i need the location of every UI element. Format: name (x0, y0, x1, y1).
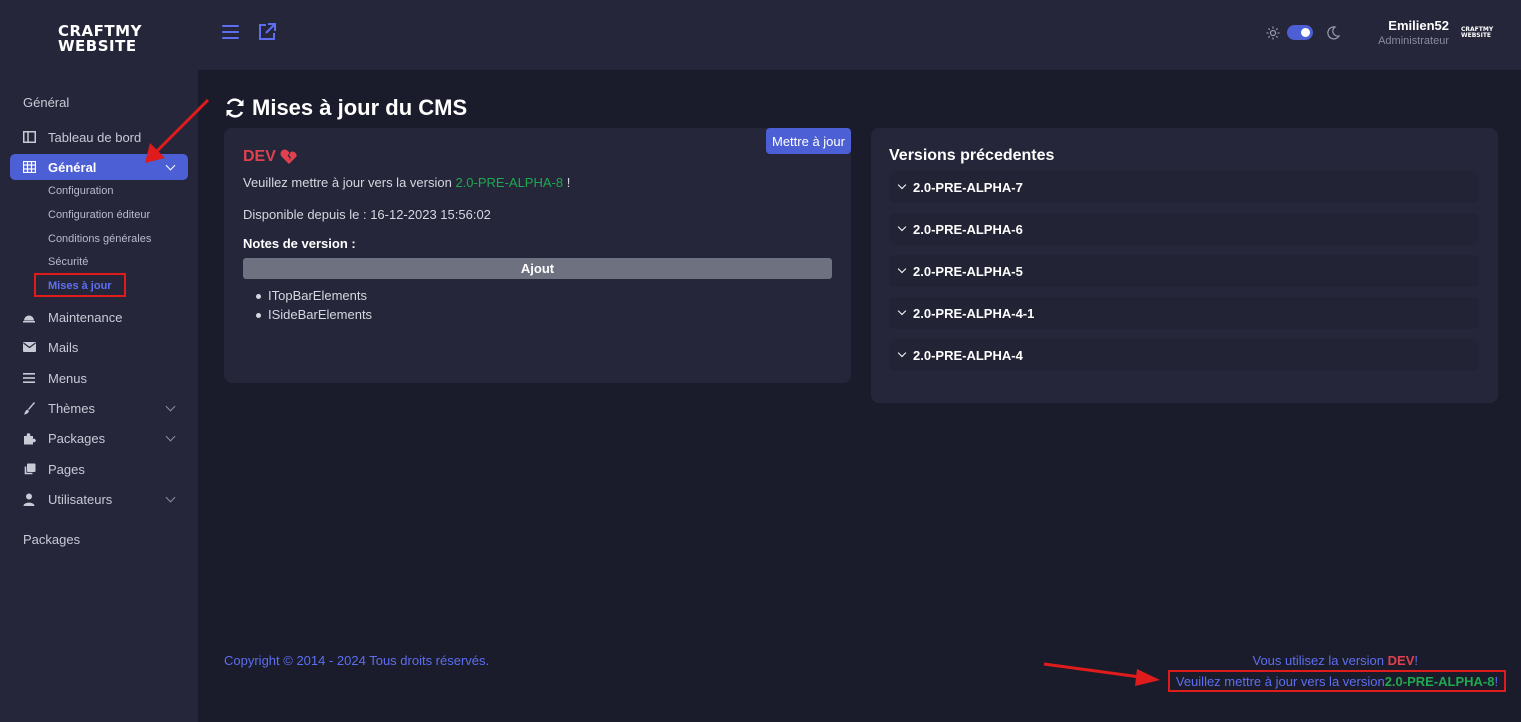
release-notes-list: ITopBarElements ISideBarElements (254, 288, 372, 326)
version-label: 2.0-PRE-ALPHA-4-1 (913, 305, 1035, 321)
logo[interactable]: CRAFTMY WEBSITE (58, 24, 141, 55)
version-accordion-item[interactable]: 2.0-PRE-ALPHA-4-1 (889, 297, 1479, 329)
avatar-line-2: WEBSITE (1461, 32, 1492, 39)
sidebar-item-users[interactable]: Utilisateurs (10, 486, 188, 512)
helmet-icon (22, 310, 36, 324)
sidebar-item-label: Mails (48, 339, 79, 355)
avatar[interactable]: CRAFTMY WEBSITE (1461, 27, 1493, 39)
version-accordion-item[interactable]: 2.0-PRE-ALPHA-6 (889, 213, 1479, 245)
sidebar-section-general: Général (23, 95, 70, 110)
update-target-version: 2.0-PRE-ALPHA-8 (455, 175, 564, 190)
current-version: DEV (243, 148, 298, 166)
sidebar: CRAFTMY WEBSITE Général Tableau de bord … (0, 0, 198, 722)
page-title: Mises à jour du CMS (224, 95, 467, 121)
sidebar-item-label: Général (48, 159, 97, 175)
submenu-item-security[interactable]: Sécurité (48, 256, 88, 268)
menu-toggle-icon[interactable] (222, 25, 239, 39)
sidebar-item-dashboard[interactable]: Tableau de bord (10, 124, 188, 150)
update-prompt-prefix: Veuillez mettre à jour vers la version (243, 175, 452, 190)
submenu-item-terms[interactable]: Conditions générales (48, 233, 151, 245)
chevron-down-icon (897, 180, 907, 190)
update-prompt: Veuillez mettre à jour vers la version 2… (243, 175, 570, 190)
version-label: 2.0-PRE-ALPHA-7 (913, 179, 1023, 195)
previous-versions-title: Versions précedentes (889, 147, 1055, 164)
chevron-down-icon (165, 492, 176, 503)
update-button[interactable]: Mettre à jour (766, 128, 851, 154)
submenu-item-configuration[interactable]: Configuration (48, 185, 113, 197)
sidebar-item-packages[interactable]: Packages (10, 425, 188, 451)
pages-icon (22, 462, 36, 476)
sidebar-item-general[interactable]: Général (10, 154, 188, 180)
footer-using-prefix: Vous utilisez la version (1252, 653, 1385, 668)
sidebar-item-menus[interactable]: Menus (10, 365, 188, 391)
version-label: 2.0-PRE-ALPHA-5 (913, 263, 1023, 279)
available-since: Disponible depuis le : 16-12-2023 15:56:… (243, 207, 491, 222)
footer-copyright: Copyright © 2014 - 2024 Tous droits rése… (224, 653, 490, 668)
broken-heart-icon (280, 149, 297, 164)
sidebar-item-label: Utilisateurs (48, 491, 113, 507)
sidebar-item-label: Pages (48, 461, 85, 477)
sidebar-item-themes[interactable]: Thèmes (10, 395, 188, 421)
version-label: 2.0-PRE-ALPHA-6 (913, 221, 1023, 237)
sidebar-item-mails[interactable]: Mails (10, 334, 188, 360)
chevron-down-icon (897, 348, 907, 358)
sun-icon (1266, 26, 1280, 45)
annotation-highlight-box (34, 273, 126, 297)
sidebar-item-label: Packages (48, 430, 106, 446)
chevron-down-icon (897, 222, 907, 232)
version-accordion-item[interactable]: 2.0-PRE-ALPHA-5 (889, 255, 1479, 287)
user-icon (22, 492, 36, 506)
version-accordion-item[interactable]: 2.0-PRE-ALPHA-7 (889, 171, 1479, 203)
dashboard-icon (22, 130, 36, 144)
footer-update-suffix: ! (1494, 673, 1499, 689)
notes-category-bar: Ajout (243, 258, 832, 279)
chevron-down-icon (897, 264, 907, 274)
submenu-item-editor-config[interactable]: Configuration éditeur (48, 209, 150, 221)
footer-current-version: Vous utilisez la version DEV! (1253, 653, 1419, 668)
logo-line-2: WEBSITE (58, 37, 137, 55)
chevron-down-icon (165, 431, 176, 442)
previous-versions-card: Versions précedentes 2.0-PRE-ALPHA-7 2.0… (871, 128, 1498, 403)
release-notes-title: Notes de version : (243, 236, 356, 251)
puzzle-icon (22, 431, 36, 445)
sidebar-item-label: Maintenance (48, 309, 123, 325)
chevron-down-icon (165, 160, 176, 171)
user-name[interactable]: Emilien52 (1388, 18, 1449, 33)
sidebar-item-label: Menus (48, 370, 88, 386)
version-accordion-item[interactable]: 2.0-PRE-ALPHA-4 (889, 339, 1479, 371)
refresh-icon (226, 98, 244, 118)
sidebar-item-maintenance[interactable]: Maintenance (10, 304, 188, 330)
footer-update-version: 2.0-PRE-ALPHA-8 (1384, 673, 1495, 689)
list-item: ISideBarElements (254, 307, 372, 322)
current-version-label: DEV (243, 148, 276, 165)
page-title-text: Mises à jour du CMS (252, 95, 468, 120)
footer-using-version: DEV (1387, 653, 1415, 668)
chevron-down-icon (897, 306, 907, 316)
sidebar-item-label: Thèmes (48, 400, 95, 416)
sidebar-item-pages[interactable]: Pages (10, 456, 188, 482)
theme-toggle[interactable] (1287, 25, 1313, 40)
user-role: Administrateur (1378, 35, 1449, 47)
list-item: ITopBarElements (254, 288, 372, 303)
external-link-icon[interactable] (257, 22, 277, 47)
envelope-icon (22, 340, 36, 354)
footer-update-notice[interactable]: Veuillez mettre à jour vers la version 2.… (1168, 670, 1506, 692)
brush-icon (22, 401, 36, 415)
update-card: Mettre à jour DEV Veuillez mettre à jour… (224, 128, 851, 383)
topbar: Emilien52 Administrateur CRAFTMY WEBSITE (198, 0, 1521, 70)
moon-icon (1327, 26, 1341, 45)
update-prompt-suffix: ! (566, 175, 571, 190)
grid-icon (22, 160, 36, 174)
list-icon (22, 371, 36, 385)
footer-update-prefix: Veuillez mettre à jour vers la version (1175, 673, 1385, 689)
sidebar-item-label: Tableau de bord (48, 129, 142, 145)
sidebar-section-packages: Packages (23, 532, 81, 547)
version-label: 2.0-PRE-ALPHA-4 (913, 347, 1023, 363)
chevron-down-icon (165, 401, 176, 412)
footer-using-suffix: ! (1414, 653, 1418, 668)
